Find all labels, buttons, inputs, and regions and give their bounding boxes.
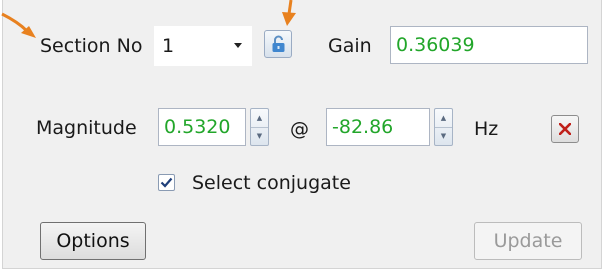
section-no-label: Section No bbox=[40, 35, 143, 57]
remove-button[interactable] bbox=[551, 115, 579, 143]
hz-unit-label: Hz bbox=[474, 118, 499, 140]
lock-button[interactable] bbox=[264, 30, 292, 58]
update-button[interactable]: Update bbox=[474, 222, 582, 260]
select-conjugate-checkbox[interactable] bbox=[158, 174, 175, 191]
magnitude-spinner[interactable]: ▲ ▼ bbox=[250, 108, 269, 146]
magnitude-input[interactable]: 0.5320 bbox=[158, 108, 246, 146]
section-no-value: 1 bbox=[162, 35, 175, 57]
arrow-to-section-icon bbox=[1, 12, 36, 38]
caret-down-icon bbox=[234, 43, 242, 48]
frequency-down-arrow-icon[interactable]: ▼ bbox=[435, 127, 452, 145]
at-label: @ bbox=[290, 118, 309, 140]
magnitude-up-arrow-icon[interactable]: ▲ bbox=[251, 109, 268, 128]
options-button[interactable]: Options bbox=[40, 222, 146, 260]
gain-label: Gain bbox=[328, 35, 372, 57]
frequency-spinner[interactable]: ▲ ▼ bbox=[434, 108, 453, 146]
lock-icon bbox=[272, 35, 285, 52]
frequency-input[interactable]: -82.86 bbox=[326, 108, 430, 146]
arrow-to-lock-icon bbox=[282, 0, 296, 26]
close-icon bbox=[559, 123, 571, 135]
frequency-up-arrow-icon[interactable]: ▲ bbox=[435, 109, 452, 128]
section-no-select[interactable]: 1 bbox=[154, 26, 252, 66]
gain-input[interactable]: 0.36039 bbox=[390, 26, 588, 64]
magnitude-down-arrow-icon[interactable]: ▼ bbox=[251, 127, 268, 145]
magnitude-label: Magnitude bbox=[36, 117, 137, 139]
checkmark-icon bbox=[160, 177, 173, 188]
select-conjugate-label[interactable]: Select conjugate bbox=[192, 174, 351, 193]
